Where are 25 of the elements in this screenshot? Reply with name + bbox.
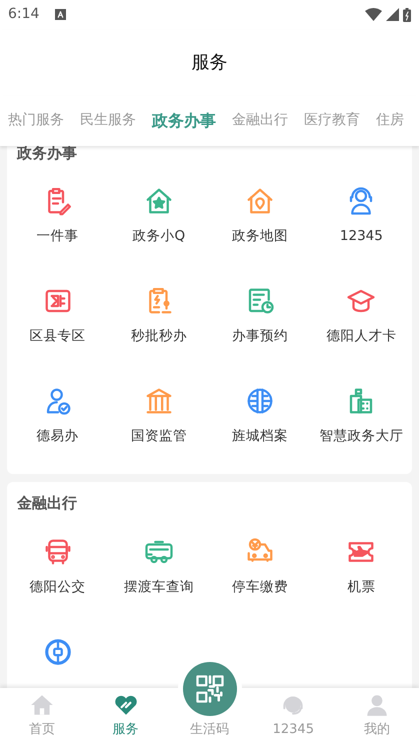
service-tile[interactable]: 德阳公交 [7, 518, 108, 619]
service-tile[interactable]: 德易办 [7, 368, 108, 468]
service-tile[interactable]: 政务小Q [108, 168, 210, 268]
wifi-icon [365, 8, 382, 22]
qr-code-icon [194, 674, 224, 704]
service-tile[interactable]: 一件事 [7, 168, 108, 268]
service-tile[interactable]: 秒批秒办 [108, 268, 210, 368]
service-tile[interactable]: 机票 [310, 518, 412, 619]
service-tile[interactable]: 办事预约 [210, 268, 311, 368]
service-tile[interactable]: 12345 [310, 168, 412, 268]
service-tile[interactable]: 智慧政务大厅 [310, 368, 412, 468]
section-title: 金融出行 [16, 493, 78, 514]
service-tile[interactable]: 摆渡车查询 [108, 518, 210, 619]
service-tile[interactable]: 停车缴费 [210, 518, 311, 619]
notification-icon [55, 9, 66, 20]
service-tile[interactable]: 国资监管 [108, 368, 210, 468]
service-tile[interactable]: 区县专区 [7, 268, 108, 368]
service-tile[interactable]: 德阳人才卡 [310, 268, 412, 368]
service-tile[interactable]: 政务地图 [210, 168, 311, 268]
signal-icon [386, 8, 399, 22]
nav-tab[interactable]: 服务 [84, 688, 168, 746]
battery-icon [403, 8, 411, 22]
page-title: 服务 [192, 51, 228, 76]
service-tile[interactable]: 旌城档案 [210, 368, 311, 468]
status-time: 6:14 [8, 5, 40, 24]
